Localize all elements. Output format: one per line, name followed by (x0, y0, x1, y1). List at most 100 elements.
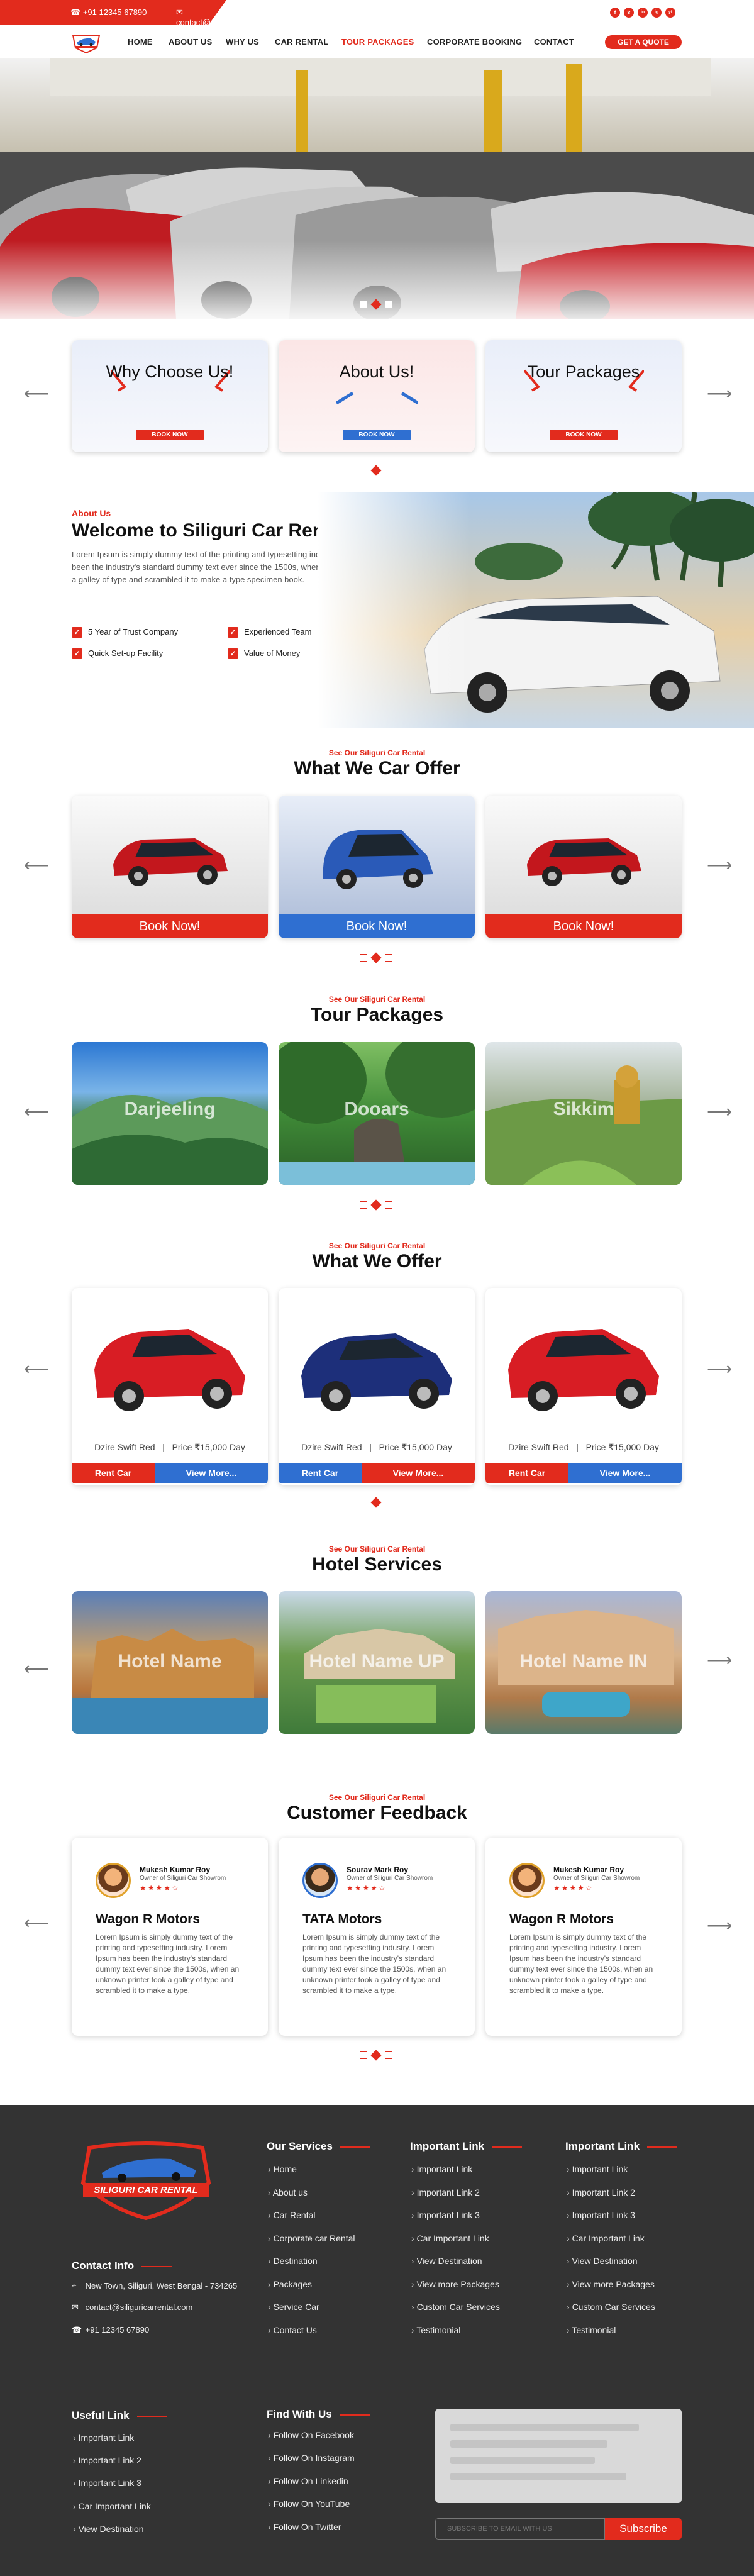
footer-link[interactable]: Packages (268, 2279, 312, 2289)
footer-link[interactable]: Important Link 2 (567, 2187, 635, 2197)
footer-link[interactable]: Destination (268, 2256, 318, 2266)
linkedin-icon[interactable]: in (638, 8, 648, 18)
footer-link[interactable]: About us (268, 2187, 308, 2197)
feedback-slider-dots[interactable] (360, 2050, 392, 2061)
category-card-about[interactable]: About Us! BOOK NOW (279, 340, 475, 452)
tour-card-darjeeling[interactable]: Darjeeling (72, 1042, 268, 1185)
footer-link[interactable]: View Destination (567, 2256, 638, 2266)
nav-home[interactable]: HOME (128, 37, 153, 47)
top-phone[interactable]: ☎ +91 12345 67890 (70, 8, 147, 18)
view-more-button[interactable]: View More... (155, 1463, 268, 1483)
arrow-right-icon[interactable]: ⟶ (707, 1917, 732, 1935)
offer-slider-dots[interactable] (360, 1497, 392, 1508)
arrow-left-icon[interactable]: ⟵ (24, 1914, 49, 1932)
footer-link[interactable]: Custom Car Services (567, 2302, 655, 2312)
rent-car-button[interactable]: Rent Car (485, 1463, 568, 1483)
footer-link[interactable]: Service Car (268, 2302, 319, 2312)
subscribe-button[interactable]: Subscribe (605, 2518, 682, 2540)
social-link[interactable]: Follow On Twitter (268, 2522, 341, 2532)
top-email[interactable]: ✉ contact@siliguricarrental.com (176, 8, 226, 25)
hotel-card[interactable]: Hotel Name IN (485, 1591, 682, 1734)
arrow-left-icon[interactable]: ⟵ (24, 1103, 49, 1121)
arrow-right-icon[interactable]: ⟶ (707, 1103, 732, 1121)
offer-card[interactable]: Dzire Swift Red | Price ₹15,000 Day Rent… (279, 1288, 475, 1485)
footer-link[interactable]: Custom Car Services (411, 2302, 500, 2312)
car-offer-card[interactable]: Book Now! (485, 796, 682, 938)
arrow-right-icon[interactable]: ⟶ (707, 385, 732, 402)
social-link[interactable]: Follow On Linkedin (268, 2476, 348, 2486)
category-card-tour[interactable]: Tour Packages BOOK NOW (485, 340, 682, 452)
hero-slider-dots[interactable] (360, 299, 392, 310)
nav-contact[interactable]: CONTACT (534, 37, 574, 47)
book-now-button[interactable]: Book Now! (279, 914, 475, 938)
youtube-icon[interactable]: yt (665, 8, 675, 18)
book-now-button[interactable]: Book Now! (485, 914, 682, 938)
hotel-card[interactable]: Hotel Name UP (279, 1591, 475, 1734)
view-more-button[interactable]: View More... (568, 1463, 682, 1483)
car-offer-card[interactable]: Book Now! (279, 796, 475, 938)
logo[interactable] (69, 29, 103, 54)
arrow-left-icon[interactable]: ⟵ (24, 857, 49, 874)
nav-about-us[interactable]: ABOUT US (169, 37, 213, 47)
footer-link[interactable]: Car Important Link (567, 2233, 645, 2243)
footer-link[interactable]: Car Rental (268, 2210, 316, 2220)
footer-link[interactable]: Home (268, 2164, 297, 2174)
social-link[interactable]: Follow On YouTube (268, 2499, 350, 2509)
footer-link[interactable]: Contact Us (268, 2325, 317, 2335)
nav-why-us[interactable]: WHY US (226, 37, 259, 47)
car-offer-card[interactable]: Book Now! (72, 796, 268, 938)
footer-link[interactable]: Important Link 3 (567, 2210, 635, 2220)
contact-phone[interactable]: ☎ +91 12345 67890 (72, 2325, 149, 2335)
tour-card-sikkim[interactable]: Sikkim (485, 1042, 682, 1185)
footer-link[interactable]: View Destination (411, 2256, 482, 2266)
arrow-left-icon[interactable]: ⟵ (24, 1360, 49, 1378)
offer-card[interactable]: Dzire Swift Red | Price ₹15,000 Day Rent… (485, 1288, 682, 1485)
nav-car-rental[interactable]: CAR RENTAL (275, 37, 329, 47)
tour-card-dooars[interactable]: Dooars (279, 1042, 475, 1185)
arrow-left-icon[interactable]: ⟵ (24, 1660, 49, 1678)
book-now-button[interactable]: BOOK NOW (550, 430, 618, 440)
footer-link[interactable]: Important Link (411, 2164, 473, 2174)
instagram-icon[interactable]: ig (651, 8, 662, 18)
contact-email[interactable]: ✉ contact@siliguricarrental.com (72, 2302, 192, 2312)
footer-link[interactable]: Testimonial (411, 2325, 460, 2335)
book-now-button[interactable]: BOOK NOW (136, 430, 204, 440)
book-now-button[interactable]: Book Now! (72, 914, 268, 938)
footer-link[interactable]: Important Link 3 (73, 2478, 141, 2488)
footer-link[interactable]: View more Packages (411, 2279, 499, 2289)
footer-link[interactable]: Important Link 3 (411, 2210, 480, 2220)
footer-link[interactable]: View Destination (73, 2524, 144, 2534)
footer-link[interactable]: Important Link 2 (411, 2187, 480, 2197)
category-slider-dots[interactable] (360, 465, 392, 476)
footer-link[interactable]: Important Link (567, 2164, 628, 2174)
get-a-quote-button[interactable]: GET A QUOTE (605, 35, 682, 49)
footer-link[interactable]: Testimonial (567, 2325, 616, 2335)
footer-link[interactable]: Important Link (73, 2433, 135, 2443)
tours-slider-dots[interactable] (360, 1199, 392, 1211)
footer-link[interactable]: Car Important Link (73, 2501, 151, 2511)
social-link[interactable]: Follow On Instagram (268, 2453, 355, 2463)
offer-card[interactable]: Dzire Swift Red | Price ₹15,000 Day Rent… (72, 1288, 268, 1485)
car-offer-slider-dots[interactable] (360, 952, 392, 963)
arrow-right-icon[interactable]: ⟶ (707, 857, 732, 874)
footer-link[interactable]: View more Packages (567, 2279, 655, 2289)
footer-link[interactable]: Corporate car Rental (268, 2233, 355, 2243)
nav-tour-packages[interactable]: TOUR PACKAGES (341, 37, 414, 47)
footer-link[interactable]: Important Link 2 (73, 2455, 141, 2465)
footer-logo[interactable]: SILIGURI CAR RENTAL (70, 2138, 221, 2221)
rent-car-button[interactable]: Rent Car (72, 1463, 155, 1483)
subscribe-email-input[interactable] (435, 2518, 605, 2540)
hotel-card[interactable]: Hotel Name (72, 1591, 268, 1734)
twitter-icon[interactable]: x (624, 8, 634, 18)
view-more-button[interactable]: View More... (362, 1463, 475, 1483)
book-now-button[interactable]: BOOK NOW (343, 430, 411, 440)
arrow-left-icon[interactable]: ⟵ (24, 385, 49, 402)
footer-link[interactable]: Car Important Link (411, 2233, 489, 2243)
rent-car-button[interactable]: Rent Car (279, 1463, 362, 1483)
facebook-icon[interactable]: f (610, 8, 620, 18)
category-card-why[interactable]: Why Choose Us! BOOK NOW (72, 340, 268, 452)
arrow-right-icon[interactable]: ⟶ (707, 1360, 732, 1378)
nav-corporate-booking[interactable]: CORPORATE BOOKING (427, 37, 522, 47)
social-link[interactable]: Follow On Facebook (268, 2430, 354, 2440)
arrow-right-icon[interactable]: ⟶ (707, 1652, 732, 1669)
